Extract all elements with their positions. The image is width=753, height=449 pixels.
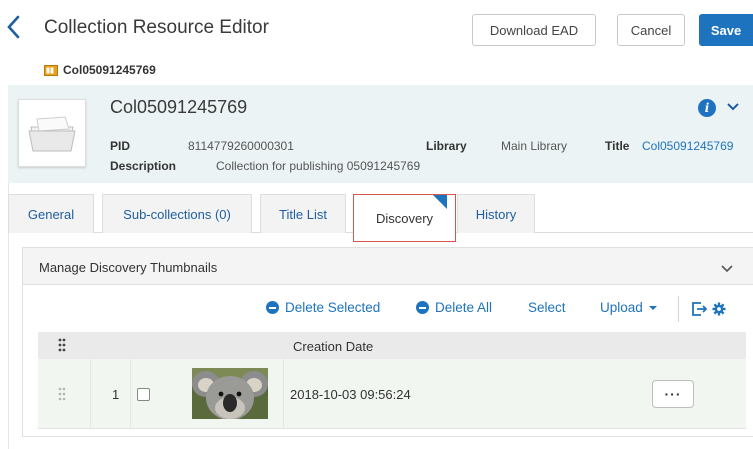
row-drag-handle-icon[interactable] [58,387,66,406]
select-button[interactable]: Select [528,300,566,315]
download-ead-button[interactable]: Download EAD [472,14,596,46]
description-value: Collection for publishing 05091245769 [216,159,421,173]
tab-general[interactable]: General [8,194,94,233]
pid-value: 8114779260000301 [188,139,294,153]
gear-icon[interactable] [712,302,726,316]
section-header[interactable]: Manage Discovery Thumbnails [23,248,753,285]
library-value: Main Library [501,139,568,153]
toolbar-separator [678,296,679,322]
title-label: Title [605,139,630,153]
collection-thumbnail [18,99,86,167]
upload-dropdown[interactable]: Upload [600,300,658,315]
info-icon[interactable]: i [698,99,716,117]
library-label: Library [426,139,467,153]
table-header: Creation Date [38,332,746,359]
minus-circle-icon [266,301,279,314]
folder-icon [28,116,76,152]
page-header: Collection Resource Editor Download EAD … [0,0,753,56]
tab-sub-collections[interactable]: Sub-collections (0) [102,194,252,233]
delete-all-button[interactable]: Delete All [416,300,492,315]
caret-down-icon [648,305,657,310]
row-creation-date: 2018-10-03 09:56:24 [290,387,411,402]
section-title: Manage Discovery Thumbnails [39,260,218,275]
page-title: Collection Resource Editor [44,17,269,38]
row-checkbox[interactable] [137,388,150,401]
upload-label: Upload [600,300,643,315]
tab-discovery[interactable]: Discovery [353,194,456,242]
collection-folder-icon [44,64,58,76]
pid-label: PID [110,139,131,153]
column-divider [130,359,131,429]
row-actions-button[interactable]: ··· [652,380,694,408]
cancel-button[interactable]: Cancel [617,14,685,46]
tab-title-list[interactable]: Title List [260,194,346,233]
collection-info-panel: Col05091245769 i PID 8114779260000301 Li… [8,85,753,183]
export-icon[interactable] [692,302,708,316]
koala-thumbnail [192,368,268,419]
column-divider [283,359,284,429]
delete-selected-label: Delete Selected [285,300,381,315]
delete-all-label: Delete All [435,300,493,315]
minus-circle-icon [416,301,429,314]
column-divider [90,359,91,429]
chevron-down-icon[interactable] [724,97,742,115]
title-link[interactable]: Col05091245769 [642,139,733,153]
save-button[interactable]: Save [699,14,753,46]
tab-discovery-label: Discovery [375,210,434,226]
tab-corner-marker [433,195,447,209]
tab-history[interactable]: History [457,194,535,233]
breadcrumb: Col05091245769 [44,63,156,77]
row-index: 1 [112,387,120,402]
breadcrumb-label: Col05091245769 [63,63,156,77]
delete-selected-button[interactable]: Delete Selected [266,300,380,315]
chevron-left-icon[interactable] [6,14,26,42]
collection-name: Col05091245769 [110,97,248,117]
column-creation-date[interactable]: Creation Date [293,339,373,354]
drag-handle-icon[interactable] [58,338,66,357]
chevron-down-icon[interactable] [719,260,735,276]
description-label: Description [110,159,177,173]
